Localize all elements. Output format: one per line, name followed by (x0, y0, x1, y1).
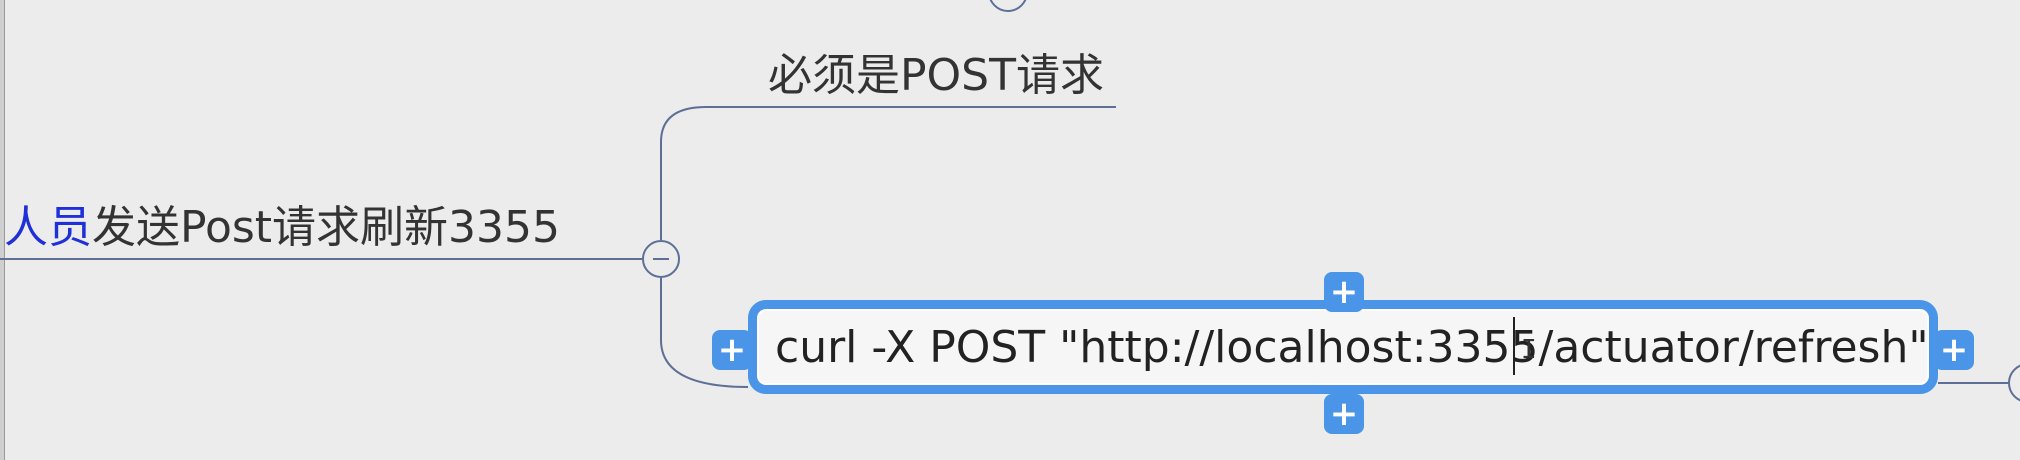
add-topic-above-button[interactable]: + (1324, 272, 1364, 312)
selected-topic-curl-command[interactable]: curl -X POST "http://localhost:3355/actu… (748, 300, 1938, 394)
collapse-button[interactable] (642, 240, 680, 278)
mindmap-canvas[interactable]: 人员发送Post请求刷新3355 必须是POST请求 curl -X POST … (0, 0, 2020, 460)
parent-topic-text: 发送Post请求刷新3355 (92, 202, 561, 253)
text-caret (1513, 317, 1515, 375)
child-topic-post-required[interactable]: 必须是POST请求 (768, 48, 1104, 104)
add-topic-right-button[interactable]: + (1934, 330, 1974, 370)
ibeam-cursor-icon: I (1521, 335, 1537, 365)
curl-command-text[interactable]: curl -X POST "http://localhost:3355/actu… (775, 319, 1929, 377)
child-topic-post-required-text: 必须是POST请求 (768, 50, 1104, 101)
add-topic-left-button[interactable]: + (712, 330, 752, 370)
top-offscreen-collapse-button[interactable] (989, 0, 1027, 12)
branch-to-child-1 (660, 106, 1116, 240)
add-topic-below-button[interactable]: + (1324, 394, 1364, 434)
parent-topic[interactable]: 人员发送Post请求刷新3355 (4, 200, 560, 256)
parent-topic-link-text[interactable]: 人员 (4, 202, 92, 253)
offscreen-collapse-button[interactable] (2008, 364, 2020, 402)
